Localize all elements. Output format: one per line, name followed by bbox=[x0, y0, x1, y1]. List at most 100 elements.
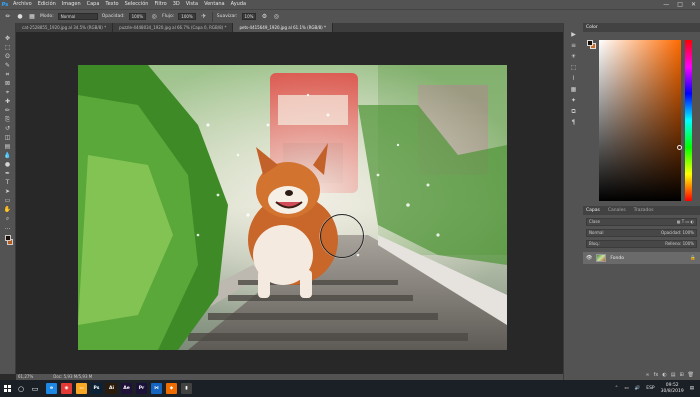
foreground-swatch[interactable] bbox=[587, 40, 593, 46]
crop-tool-icon[interactable]: ⌗ bbox=[3, 71, 13, 79]
tab-canales[interactable]: Canales bbox=[608, 206, 626, 215]
healing-tool-icon[interactable]: ✚ bbox=[3, 98, 13, 106]
filter-icons[interactable]: ▦ T ▭ ◐ bbox=[677, 219, 694, 225]
layer-action-icon[interactable]: ▤ bbox=[671, 372, 676, 378]
move-tool-icon[interactable]: ✥ bbox=[3, 35, 13, 43]
layer-opacity-label[interactable]: Opacidad: 100% bbox=[661, 230, 694, 236]
maximize-button[interactable]: □ bbox=[677, 0, 683, 9]
layer-action-icon[interactable]: ∞ bbox=[645, 372, 649, 378]
taskbar-app-icon[interactable]: Ai bbox=[106, 383, 117, 394]
close-button[interactable]: ✕ bbox=[691, 0, 696, 9]
start-button[interactable] bbox=[0, 380, 14, 397]
task-view-icon[interactable]: ▭ bbox=[28, 380, 42, 397]
color-picker-cursor[interactable] bbox=[677, 145, 682, 150]
shape-tool-icon[interactable]: ▭ bbox=[3, 197, 13, 205]
menu-item-imagen[interactable]: Imagen bbox=[59, 0, 84, 9]
panel-shortcut-icon[interactable]: ☀ bbox=[569, 53, 579, 61]
stamp-tool-icon[interactable]: ⎘ bbox=[3, 116, 13, 124]
minimize-button[interactable]: — bbox=[663, 0, 669, 9]
document-tab[interactable]: pets-4415649_1920.jpg al 61.1% (RGB/8) * bbox=[233, 23, 333, 32]
pressure-size-icon[interactable]: ◎ bbox=[272, 13, 280, 21]
tab-color[interactable]: Color bbox=[586, 23, 598, 32]
marquee-tool-icon[interactable]: ⬚ bbox=[3, 44, 13, 52]
brush-tool-icon[interactable]: ✏ bbox=[3, 107, 13, 115]
layer-name[interactable]: Fondo bbox=[610, 256, 624, 261]
brush-size-dot-icon[interactable]: ● bbox=[16, 13, 24, 21]
tray-chevron-icon[interactable]: ⌃ bbox=[615, 386, 619, 391]
zoom-tool-icon[interactable]: ⌕ bbox=[3, 215, 13, 223]
path-select-tool-icon[interactable]: ➤ bbox=[3, 188, 13, 196]
mode-select[interactable]: Normal bbox=[57, 13, 98, 20]
smoothing-field[interactable]: 10% bbox=[241, 13, 257, 20]
type-tool-icon[interactable]: T bbox=[3, 179, 13, 187]
foreground-color-swatch[interactable] bbox=[4, 235, 11, 241]
search-icon[interactable]: ○ bbox=[14, 380, 28, 397]
fill-label[interactable]: Relleno: 100% bbox=[665, 241, 694, 247]
panel-shortcut-icon[interactable]: ⌇ bbox=[569, 75, 579, 83]
language-indicator[interactable]: ESP bbox=[646, 386, 654, 391]
panel-shortcut-icon[interactable]: ⧉ bbox=[569, 108, 579, 116]
blend-select[interactable]: Normal bbox=[589, 230, 603, 236]
taskbar-app-icon[interactable]: e bbox=[46, 383, 57, 394]
quick-select-tool-icon[interactable]: ✎ bbox=[3, 62, 13, 70]
panel-shortcut-icon[interactable]: ≡ bbox=[569, 42, 579, 50]
taskbar-app-icon[interactable]: ◆ bbox=[166, 383, 177, 394]
tab-trazados[interactable]: Trazados bbox=[634, 206, 654, 215]
frame-tool-icon[interactable]: ⊠ bbox=[3, 80, 13, 88]
gear-icon[interactable]: ⚙ bbox=[260, 13, 268, 21]
taskbar-app-icon[interactable]: Ps bbox=[91, 383, 102, 394]
layer-action-icon[interactable]: ⊞ bbox=[679, 372, 683, 378]
hue-slider[interactable] bbox=[685, 40, 692, 201]
foreground-background-swatch[interactable] bbox=[587, 40, 596, 49]
layer-action-icon[interactable]: fx bbox=[654, 372, 659, 378]
opacity-field[interactable]: 100% bbox=[128, 13, 147, 20]
volume-icon[interactable]: 🔊 bbox=[635, 386, 641, 391]
taskbar-app-icon[interactable]: ◉ bbox=[61, 383, 72, 394]
panel-shortcut-icon[interactable]: ✦ bbox=[569, 97, 579, 105]
document-tab[interactable]: puzzle-4448034_1920.jpg al 66.7% (Capa 0… bbox=[113, 23, 234, 32]
color-picker-field[interactable] bbox=[599, 40, 682, 201]
menu-item-capa[interactable]: Capa bbox=[84, 0, 103, 9]
layer-action-icon[interactable]: ◐ bbox=[662, 372, 666, 378]
eyedropper-tool-icon[interactable]: ⌖ bbox=[3, 89, 13, 97]
panel-shortcut-icon[interactable]: ¶ bbox=[569, 119, 579, 127]
pressure-opacity-icon[interactable]: ◎ bbox=[150, 13, 158, 21]
brush-settings-icon[interactable]: ▦ bbox=[28, 13, 36, 21]
network-icon[interactable]: ▭ bbox=[624, 386, 628, 391]
menu-item-vista[interactable]: Vista bbox=[183, 0, 201, 9]
hand-tool-icon[interactable]: ✋ bbox=[3, 206, 13, 214]
document-tab[interactable]: cat-2528855_1920.jpg al 34.5% (RGB/8) * bbox=[16, 23, 114, 32]
layer-action-icon[interactable]: 🗑 bbox=[688, 372, 694, 378]
taskbar-app-icon[interactable]: Pr bbox=[136, 383, 147, 394]
layer-row[interactable]: 👁 Fondo 🔒 bbox=[583, 252, 700, 264]
menu-item-texto[interactable]: Texto bbox=[102, 0, 121, 9]
menu-item-archivo[interactable]: Archivo bbox=[10, 0, 35, 9]
eraser-tool-icon[interactable]: ◫ bbox=[3, 134, 13, 142]
pen-tool-icon[interactable]: ✒ bbox=[3, 170, 13, 178]
taskbar-app-icon[interactable]: ▮ bbox=[181, 383, 192, 394]
layer-filter[interactable]: Clase ▦ T ▭ ◐ bbox=[586, 218, 697, 226]
lasso-tool-icon[interactable]: ʘ bbox=[3, 53, 13, 61]
panel-shortcut-icon[interactable]: ▦ bbox=[569, 86, 579, 94]
menu-item-ventana[interactable]: Ventana bbox=[201, 0, 228, 9]
gradient-tool-icon[interactable]: ▤ bbox=[3, 143, 13, 151]
notifications-icon[interactable]: ▤ bbox=[690, 386, 694, 391]
taskbar-app-icon[interactable]: Ae bbox=[121, 383, 132, 394]
dodge-tool-icon[interactable]: ● bbox=[3, 161, 13, 169]
mores-tool-icon[interactable]: … bbox=[3, 224, 13, 232]
menu-item-filtro[interactable]: Filtro bbox=[151, 0, 169, 9]
blur-tool-icon[interactable]: 💧 bbox=[3, 152, 13, 160]
eye-icon[interactable]: 👁 bbox=[586, 255, 592, 261]
document-image[interactable] bbox=[78, 65, 507, 350]
menu-item-ayuda[interactable]: Ayuda bbox=[228, 0, 249, 9]
panel-shortcut-icon[interactable]: ⬚ bbox=[569, 64, 579, 72]
panel-shortcut-icon[interactable]: ▶ bbox=[569, 31, 579, 39]
menu-item-3d[interactable]: 3D bbox=[170, 0, 183, 9]
tab-capas[interactable]: Capas bbox=[586, 206, 600, 215]
flow-field[interactable]: 100% bbox=[178, 13, 196, 20]
canvas-area[interactable] bbox=[16, 32, 563, 374]
airbrush-icon[interactable]: ✈ bbox=[200, 13, 208, 21]
history-brush-tool-icon[interactable]: ↺ bbox=[3, 125, 13, 133]
menu-item-selección[interactable]: Selección bbox=[122, 0, 152, 9]
taskbar-app-icon[interactable]: ⋈ bbox=[151, 383, 162, 394]
